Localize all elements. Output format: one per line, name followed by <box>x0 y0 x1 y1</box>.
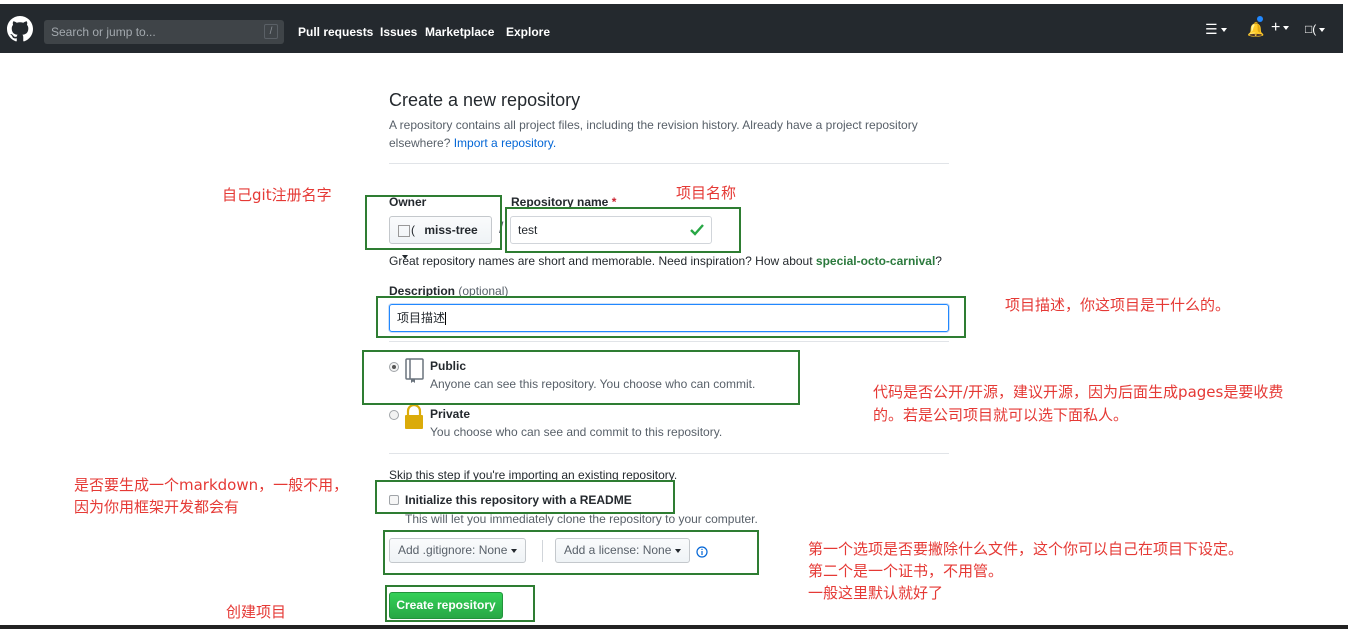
readme-description: This will let you immediately clone the … <box>405 512 758 526</box>
menu-icon[interactable]: ☰ <box>1205 21 1227 38</box>
name-suggestion[interactable]: special-octo-carnival <box>816 254 935 268</box>
note-description: 项目描述，你这项目是干什么的。 <box>1005 296 1231 314</box>
divider <box>389 163 949 164</box>
page-title: Create a new repository <box>389 90 581 110</box>
note-visibility-2: 的。若是公司项目就可以选下面私人。 <box>873 406 1129 424</box>
note-repo-name: 项目名称 <box>676 184 737 202</box>
import-repository-link[interactable]: Import a repository. <box>454 136 556 150</box>
private-radio[interactable] <box>389 410 399 420</box>
note-options-3: 一般这里默认就好了 <box>808 584 944 602</box>
note-create: 创建项目 <box>226 603 287 621</box>
note-owner: 自己git注册名字 <box>222 186 332 204</box>
annotation-box-repo-name <box>505 207 741 253</box>
annotation-box-create <box>385 585 535 622</box>
plus-icon[interactable]: + <box>1271 19 1290 37</box>
divider <box>389 341 949 342</box>
nav-issues[interactable]: Issues <box>380 25 417 39</box>
github-logo-icon[interactable] <box>7 16 33 42</box>
bottom-border <box>0 625 1348 629</box>
annotation-box-visibility <box>362 350 800 405</box>
lock-icon <box>405 404 423 429</box>
private-description: You choose who can see and commit to thi… <box>430 425 723 439</box>
search-input[interactable]: Search or jump to... / <box>44 20 284 44</box>
annotation-box-readme <box>375 480 675 514</box>
bell-icon[interactable]: 🔔 <box>1247 21 1264 38</box>
annotation-box-description <box>376 296 966 338</box>
notification-dot <box>1257 16 1263 22</box>
right-border <box>1343 0 1348 629</box>
annotation-box-options <box>383 530 759 575</box>
private-label[interactable]: Private <box>430 407 470 421</box>
nav-marketplace[interactable]: Marketplace <box>425 25 494 39</box>
divider <box>389 453 949 454</box>
note-visibility-1: 代码是否公开/开源，建议开源，因为后面生成pages是要收费 <box>873 383 1284 401</box>
hint-prefix: Great repository names are short and mem… <box>389 254 813 268</box>
search-placeholder: Search or jump to... <box>51 25 156 39</box>
nav-explore[interactable]: Explore <box>506 25 550 39</box>
global-header: Search or jump to... / Pull requests Iss… <box>0 4 1343 53</box>
repo-name-hint: Great repository names are short and mem… <box>389 254 942 268</box>
annotation-box-owner <box>365 195 502 250</box>
page-subtitle: A repository contains all project files,… <box>389 116 949 152</box>
note-options-1: 第一个选项是否要撇除什么文件，这个你可以自己在项目下设定。 <box>808 540 1244 558</box>
hint-suffix: ? <box>935 254 942 268</box>
nav-pull-requests[interactable]: Pull requests <box>298 25 373 39</box>
avatar-menu-icon[interactable]: □( <box>1305 22 1326 36</box>
note-options-2: 第二个是一个证书，不用管。 <box>808 562 1004 580</box>
note-readme-1: 是否要生成一个markdown，一般不用， <box>74 476 349 494</box>
note-readme-2: 因为你用框架开发都会有 <box>74 498 240 516</box>
search-shortcut-key: / <box>264 24 278 39</box>
